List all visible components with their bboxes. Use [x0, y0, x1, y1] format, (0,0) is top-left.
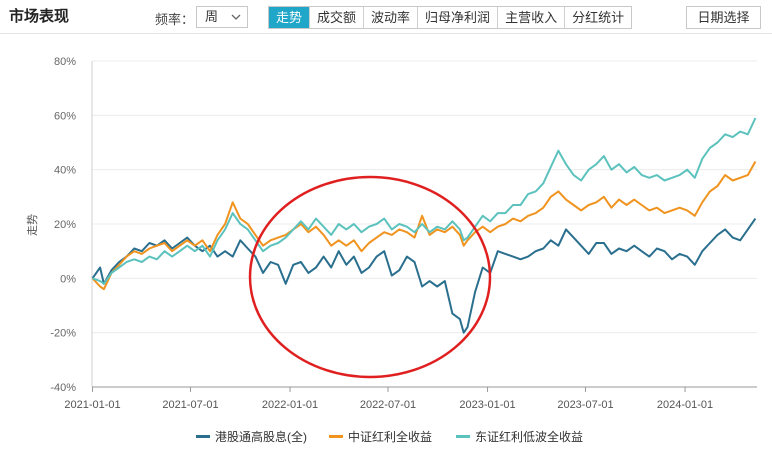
- annotation-ellipse: [248, 175, 492, 379]
- x-tick-label: 2021-01-01: [64, 399, 120, 411]
- x-tick-label: 2021-07-01: [162, 399, 218, 411]
- y-axis-title: 走势: [26, 214, 39, 236]
- legend-swatch: [329, 435, 343, 439]
- legend-label: 港股通高股息(全): [215, 430, 307, 444]
- legend-label: 中证红利全收益: [348, 430, 433, 444]
- legend-swatch: [456, 435, 470, 439]
- series-line-0: [91, 218, 757, 334]
- legend-item-hk-high-dividend[interactable]: 港股通高股息(全): [196, 428, 307, 445]
- legend-swatch: [196, 435, 210, 439]
- x-tick-label: 2024-01-01: [657, 399, 713, 411]
- y-tick-label: 80%: [54, 56, 76, 68]
- y-tick-label: 60%: [54, 110, 76, 122]
- legend-item-csi-dividend[interactable]: 中证红利全收益: [329, 428, 432, 445]
- legend-label: 东证红利低波全收益: [475, 430, 584, 444]
- y-tick-label: -40%: [50, 382, 76, 394]
- y-tick-label: 0%: [60, 273, 76, 285]
- legend-item-orient-low-vol[interactable]: 东证红利低波全收益: [456, 428, 583, 445]
- y-tick-label: 40%: [54, 165, 76, 177]
- chart-legend: 港股通高股息(全) 中证红利全收益 东证红利低波全收益: [0, 428, 772, 444]
- line-chart: -40% -20% 0% 20% 40% 60% 80% 2021-01-01 2021-07-…: [26, 56, 757, 411]
- x-tick-label: 2022-07-01: [360, 399, 416, 411]
- series-line-2: [92, 117, 757, 285]
- x-tick-label: 2023-07-01: [557, 399, 613, 411]
- x-tick-label: 2022-01-01: [262, 399, 318, 411]
- y-tick-label: -20%: [50, 328, 76, 340]
- y-tick-label: 20%: [54, 219, 76, 231]
- x-tick-label: 2023-01-01: [459, 399, 515, 411]
